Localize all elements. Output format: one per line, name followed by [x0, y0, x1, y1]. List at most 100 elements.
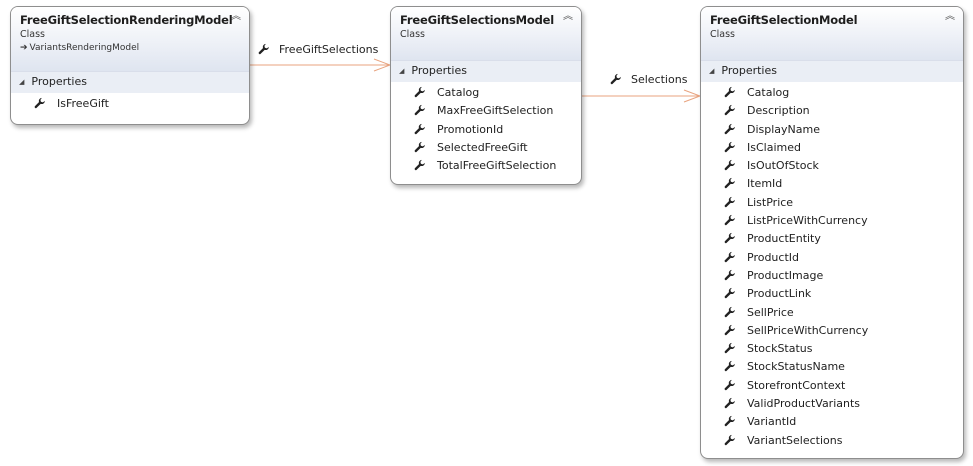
- property-name: ListPrice: [747, 195, 794, 209]
- wrench-icon: [414, 160, 425, 171]
- property-list: IsFreeGift: [11, 93, 249, 117]
- wrench-icon: [414, 86, 425, 98]
- class-header[interactable]: FreeGiftSelectionModel Class ︽: [701, 7, 963, 60]
- property-item[interactable]: StorefrontContext: [701, 377, 963, 395]
- property-item[interactable]: TotalFreeGiftSelection: [391, 157, 581, 175]
- triangle-expanded-icon: ◢: [399, 67, 405, 75]
- association-name: FreeGiftSelections: [279, 43, 379, 56]
- class-box-freegiftselectionrenderingmodel[interactable]: FreeGiftSelectionRenderingModel Class ➔ V…: [10, 6, 250, 125]
- class-kind: Class: [400, 29, 425, 40]
- property-item[interactable]: DisplayName: [701, 121, 963, 139]
- wrench-icon: [414, 123, 425, 134]
- wrench-icon: [724, 178, 735, 189]
- property-item[interactable]: ProductId: [701, 249, 963, 267]
- property-item[interactable]: ProductImage: [701, 267, 963, 285]
- wrench-icon: [724, 105, 735, 116]
- property-name: StockStatusName: [747, 360, 845, 374]
- property-name: VariantId: [747, 415, 797, 429]
- class-header[interactable]: FreeGiftSelectionRenderingModel Class ➔ V…: [11, 7, 249, 71]
- property-name: Description: [747, 104, 810, 118]
- wrench-icon: [724, 214, 735, 226]
- property-item[interactable]: ProductEntity: [701, 230, 963, 248]
- wrench-icon: [724, 343, 735, 354]
- property-name: ProductImage: [747, 268, 824, 282]
- double-chevron-up-icon[interactable]: ︽: [231, 11, 241, 23]
- section-label: Properties: [411, 64, 467, 77]
- property-item[interactable]: VariantId: [701, 413, 963, 431]
- property-name: MaxFreeGiftSelection: [437, 104, 554, 118]
- class-title: FreeGiftSelectionRenderingModel: [20, 13, 233, 27]
- wrench-icon: [724, 288, 735, 299]
- property-name: IsFreeGift: [57, 97, 109, 110]
- property-list: Catalog Description DisplayName IsClaime…: [701, 82, 963, 454]
- property-name: SelectedFreeGift: [437, 140, 528, 154]
- wrench-icon: [724, 160, 735, 171]
- class-kind: Class: [20, 29, 45, 40]
- property-item[interactable]: MaxFreeGiftSelection: [391, 102, 581, 120]
- section-label: Properties: [721, 64, 777, 77]
- property-name: PromotionId: [437, 122, 504, 136]
- property-name: ValidProductVariants: [747, 397, 861, 411]
- triangle-expanded-icon: ◢: [709, 67, 715, 75]
- property-item[interactable]: SellPriceWithCurrency: [701, 322, 963, 340]
- property-name: DisplayName: [747, 122, 820, 136]
- property-name: ProductEntity: [747, 232, 821, 246]
- property-name: StockStatus: [747, 342, 813, 356]
- wrench-icon: [610, 73, 621, 85]
- class-kind: Class: [710, 29, 735, 40]
- property-item[interactable]: SellPrice: [701, 304, 963, 322]
- property-name: ItemId: [747, 177, 783, 191]
- property-item[interactable]: IsFreeGift: [11, 95, 249, 113]
- property-list: Catalog MaxFreeGiftSelection PromotionId…: [391, 82, 581, 179]
- wrench-icon: [724, 306, 735, 317]
- property-name: TotalFreeGiftSelection: [437, 159, 557, 173]
- property-item[interactable]: SelectedFreeGift: [391, 139, 581, 157]
- property-name: ListPriceWithCurrency: [747, 214, 868, 228]
- class-box-freegiftselectionsmodel[interactable]: FreeGiftSelectionsModel Class ︽ ◢ Propert…: [390, 6, 582, 185]
- property-item[interactable]: Catalog: [391, 84, 581, 102]
- property-name: ProductLink: [747, 287, 812, 301]
- section-header-properties[interactable]: ◢ Properties: [11, 71, 249, 93]
- inheritance-arrow-icon: ➔: [20, 43, 28, 53]
- property-name: VariantSelections: [747, 433, 843, 447]
- wrench-icon: [724, 379, 735, 390]
- property-item[interactable]: IsOutOfStock: [701, 157, 963, 175]
- property-item[interactable]: ProductLink: [701, 285, 963, 303]
- wrench-icon: [724, 416, 735, 427]
- property-item[interactable]: ValidProductVariants: [701, 395, 963, 413]
- property-item[interactable]: PromotionId: [391, 121, 581, 139]
- property-item[interactable]: IsClaimed: [701, 139, 963, 157]
- property-name: Catalog: [437, 86, 480, 99]
- property-item[interactable]: VariantSelections: [701, 432, 963, 450]
- property-name: SellPrice: [747, 305, 794, 319]
- class-title: FreeGiftSelectionsModel: [400, 13, 555, 27]
- wrench-icon: [724, 196, 735, 207]
- section-label: Properties: [31, 75, 87, 88]
- wrench-icon: [724, 123, 735, 134]
- association-label-selections[interactable]: Selections: [610, 73, 687, 86]
- property-item[interactable]: StockStatusName: [701, 358, 963, 376]
- double-chevron-up-icon[interactable]: ︽: [563, 11, 573, 23]
- association-name: Selections: [631, 73, 688, 86]
- property-item[interactable]: Description: [701, 102, 963, 120]
- wrench-icon: [724, 86, 735, 98]
- wrench-icon: [258, 43, 269, 55]
- double-chevron-up-icon[interactable]: ︽: [945, 11, 955, 23]
- association-label-freegiftselections[interactable]: FreeGiftSelections: [258, 43, 378, 56]
- property-item[interactable]: Catalog: [701, 84, 963, 102]
- property-name: IsOutOfStock: [747, 159, 819, 173]
- base-class-name: VariantsRenderingModel: [29, 43, 140, 53]
- property-item[interactable]: StockStatus: [701, 340, 963, 358]
- property-item[interactable]: ItemId: [701, 175, 963, 193]
- class-header[interactable]: FreeGiftSelectionsModel Class ︽: [391, 7, 581, 60]
- class-box-freegiftselectionmodel[interactable]: FreeGiftSelectionModel Class ︽ ◢ Properti…: [700, 6, 964, 459]
- class-title: FreeGiftSelectionModel: [710, 13, 858, 27]
- wrench-icon: [724, 251, 735, 262]
- property-item[interactable]: ListPriceWithCurrency: [701, 212, 963, 230]
- property-item[interactable]: ListPrice: [701, 194, 963, 212]
- section-header-properties[interactable]: ◢ Properties: [391, 60, 581, 82]
- wrench-icon: [724, 141, 735, 153]
- property-name: IsClaimed: [747, 140, 801, 154]
- wrench-icon: [414, 105, 425, 116]
- section-header-properties[interactable]: ◢ Properties: [701, 60, 963, 82]
